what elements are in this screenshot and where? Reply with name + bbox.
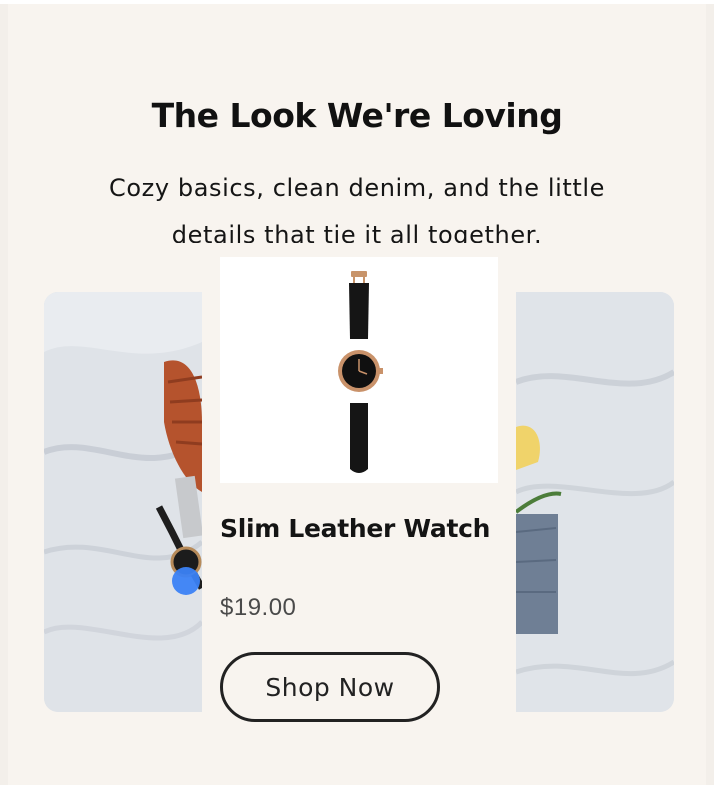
touch-indicator bbox=[172, 567, 200, 595]
product-price: $19.00 bbox=[220, 594, 297, 621]
carousel-slide-previous[interactable] bbox=[44, 292, 202, 712]
section-subtitle: Cozy basics, clean denim, and the little… bbox=[108, 174, 606, 243]
product-card[interactable]: Slim Leather Watch $19.00 Shop Now bbox=[202, 246, 516, 726]
bedding-photo bbox=[516, 292, 674, 712]
watch-icon bbox=[220, 257, 498, 483]
shop-now-button[interactable]: Shop Now bbox=[220, 652, 440, 722]
page-bottom-edge bbox=[0, 785, 714, 800]
bedding-photo bbox=[44, 292, 202, 712]
product-image[interactable] bbox=[220, 257, 498, 483]
section-title: The Look We're Loving bbox=[151, 96, 563, 135]
product-name[interactable]: Slim Leather Watch bbox=[220, 514, 490, 543]
section-header: The Look We're Loving bbox=[8, 96, 706, 135]
carousel-slide-next[interactable] bbox=[516, 292, 674, 712]
